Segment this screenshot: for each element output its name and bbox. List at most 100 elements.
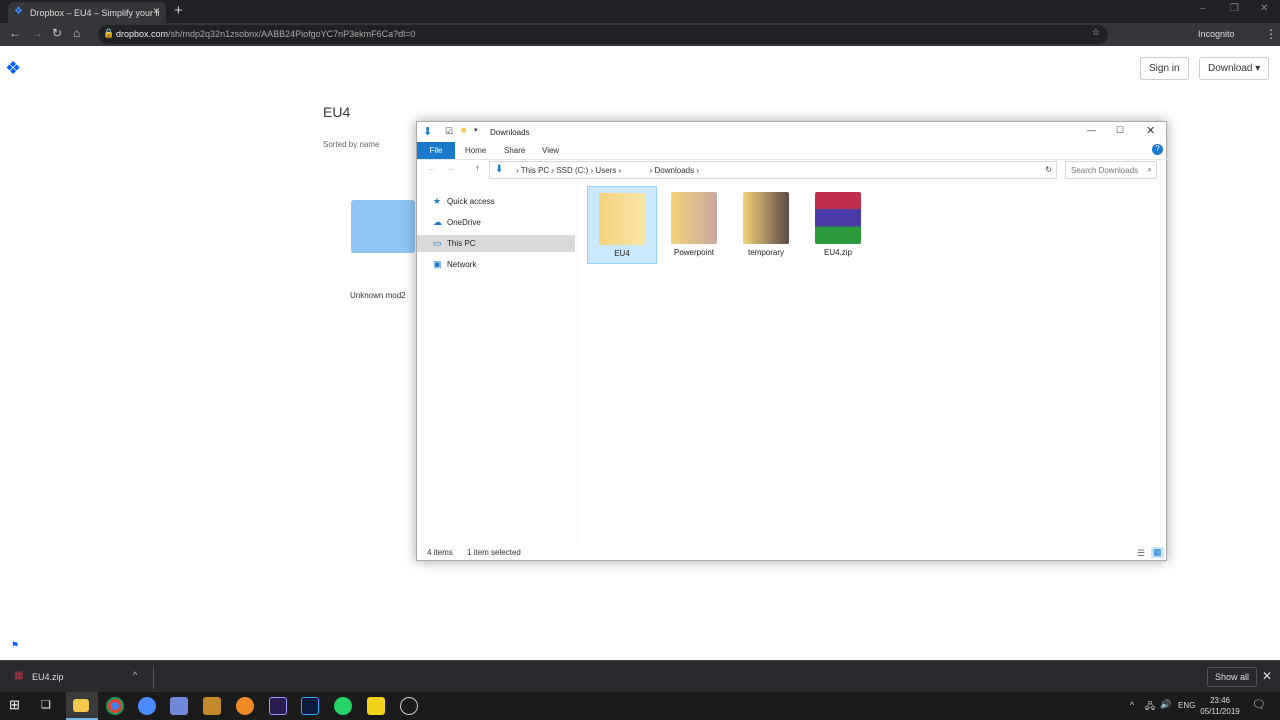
status-bar: 4 items 1 item selected [427, 548, 521, 557]
home-icon[interactable]: ⌂ [73, 26, 80, 40]
dropbox-logo-icon[interactable]: ❖ [5, 58, 21, 79]
tab-file[interactable]: File [417, 142, 455, 159]
file-item[interactable]: EU4.zip [803, 186, 873, 264]
search-input[interactable]: Search Downloads ⌕ [1065, 161, 1157, 179]
reload-icon[interactable]: ↻ [52, 26, 62, 40]
network-icon[interactable]: 🖧 [1145, 699, 1155, 715]
after-effects-icon[interactable] [269, 697, 287, 715]
large-icons-view-icon[interactable]: ▦ [1151, 547, 1164, 558]
volume-icon[interactable]: 🔊 [1160, 699, 1171, 710]
chevron-up-icon[interactable]: ^ [1130, 700, 1134, 710]
tab-home[interactable]: Home [465, 146, 486, 155]
download-item[interactable]: EU4.zip [32, 672, 64, 682]
sign-in-button[interactable]: Sign in [1140, 57, 1189, 80]
address-path[interactable]: ⬇ › This PC › SSD (C:) › Users › › Downl… [489, 161, 1057, 179]
nav-onedrive[interactable]: ☁ OneDrive [417, 214, 575, 231]
folder-icon [599, 193, 645, 245]
incognito-label[interactable]: Incognito [1198, 29, 1235, 39]
details-view-icon[interactable]: ☰ [1137, 548, 1145, 559]
chevron-up-icon[interactable]: ^ [133, 670, 137, 680]
minimize-button[interactable]: – [1200, 3, 1206, 14]
item-label: Powerpoint [673, 248, 715, 257]
app-icon[interactable] [138, 697, 156, 715]
menu-icon[interactable]: ⋮ [1265, 27, 1277, 41]
taskbar: ⊞ ❏ ^ 🖧 🔊 ENG 23:46 05/11/2019 🗨 [0, 692, 1280, 720]
whatsapp-icon[interactable] [334, 697, 352, 715]
notifications-icon[interactable]: 🗨 [1252, 698, 1266, 711]
chrome-icon[interactable] [106, 697, 124, 715]
windows-start-icon[interactable]: ⊞ [9, 697, 20, 713]
sort-label[interactable]: Sorted by name [323, 140, 379, 149]
item-label: temporary [747, 248, 784, 257]
ribbon-divider [417, 159, 1168, 160]
breadcrumb-users[interactable]: Users [595, 166, 616, 175]
flag-icon[interactable]: ⚑ [11, 640, 19, 651]
origin-icon[interactable] [236, 697, 254, 715]
forward-icon[interactable]: → [445, 163, 454, 173]
download-shelf: ▦ EU4.zip ^ Show all ✕ [0, 660, 1280, 692]
back-icon[interactable]: ← [427, 163, 436, 173]
up-icon[interactable]: ↑ [475, 163, 480, 173]
folder-icon [743, 192, 789, 244]
sticky-notes-icon[interactable] [367, 697, 385, 715]
nav-network[interactable]: ▣ Network [417, 256, 575, 273]
breadcrumb-ssd[interactable]: SSD (C:) [556, 166, 588, 175]
download-button[interactable]: Download ▾ [1199, 57, 1270, 80]
quick-access-dropdown-icon[interactable]: ▾ [474, 126, 478, 134]
breadcrumb-downloads[interactable]: Downloads [655, 166, 695, 175]
tab-share[interactable]: Share [504, 146, 525, 155]
maximize-button[interactable]: ☐ [1116, 125, 1124, 136]
forward-icon[interactable]: → [31, 26, 43, 40]
tab-title: Dropbox – EU4 – Simplify your li [30, 8, 160, 18]
winrar-archive-icon [815, 192, 861, 244]
file-item[interactable]: temporary [731, 186, 801, 264]
dropbox-favicon-icon: ❖ [14, 6, 23, 17]
url-host: dropbox.com [116, 29, 169, 39]
back-icon[interactable]: ← [9, 26, 21, 40]
tab-strip: ❖ Dropbox – EU4 – Simplify your li ✕ + –… [0, 0, 1280, 23]
winrar-icon[interactable] [203, 697, 221, 715]
tab-view[interactable]: View [542, 146, 559, 155]
url-path: /sh/mdp2q32n1zsobnx/AABB24PiofgoYC7nP3ek… [168, 29, 416, 39]
task-view-icon[interactable]: ❏ [41, 698, 51, 711]
minimize-button[interactable]: — [1087, 125, 1096, 135]
breadcrumb-this-pc[interactable]: This PC [521, 166, 549, 175]
help-icon[interactable]: ? [1152, 144, 1163, 155]
downloads-icon: ⬇ [495, 164, 504, 175]
refresh-icon[interactable]: ↻ [1045, 165, 1052, 174]
close-shelf-icon[interactable]: ✕ [1262, 669, 1272, 683]
folder-icon [671, 192, 717, 244]
folder-icon[interactable] [351, 200, 415, 253]
star-icon[interactable]: ☆ [1092, 27, 1100, 38]
new-folder-icon[interactable]: ■ [461, 125, 466, 135]
language-indicator[interactable]: ENG [1178, 701, 1195, 710]
folder-name[interactable]: Unknown mod2 [350, 291, 406, 300]
file-item[interactable]: Powerpoint [659, 186, 729, 264]
selection-count: 1 item selected [467, 548, 521, 557]
file-explorer-window: ⬇ ☑ ■ ▾ Downloads — ☐ ✕ File Home Share … [416, 121, 1168, 561]
nav-this-pc[interactable]: ▭ This PC [417, 235, 575, 252]
discord-icon[interactable] [170, 697, 188, 715]
address-bar[interactable]: 🔒 dropbox.com/sh/mdp2q32n1zsobnx/AABB24P… [98, 25, 1108, 44]
file-item[interactable]: EU4 [587, 186, 657, 264]
close-window-button[interactable]: ✕ [1260, 3, 1268, 14]
downloads-icon: ⬇ [423, 126, 433, 138]
show-all-button[interactable]: Show all [1207, 667, 1258, 687]
close-button[interactable]: ✕ [1146, 124, 1155, 137]
browser-tab[interactable]: ❖ Dropbox – EU4 – Simplify your li ✕ [8, 2, 166, 23]
photoshop-icon[interactable] [301, 697, 319, 715]
lock-icon: 🔒 [103, 28, 115, 38]
pane-divider [577, 184, 578, 544]
restore-button[interactable]: ❐ [1230, 3, 1239, 14]
close-tab-icon[interactable]: ✕ [152, 6, 160, 17]
nav-label: OneDrive [447, 218, 481, 227]
file-explorer-taskbar[interactable] [66, 692, 98, 720]
clock[interactable]: 23:46 05/11/2019 [1200, 695, 1240, 717]
new-tab-button[interactable]: + [174, 2, 183, 19]
page-title: EU4 [323, 104, 351, 120]
window-title: Downloads [490, 128, 530, 137]
toolbar: ← → ↻ ⌂ 🔒 dropbox.com/sh/mdp2q32n1zsobnx… [0, 23, 1280, 46]
properties-icon[interactable]: ☑ [445, 126, 453, 137]
app-icon[interactable] [400, 697, 418, 715]
nav-quick-access[interactable]: ★ Quick access [417, 193, 575, 210]
